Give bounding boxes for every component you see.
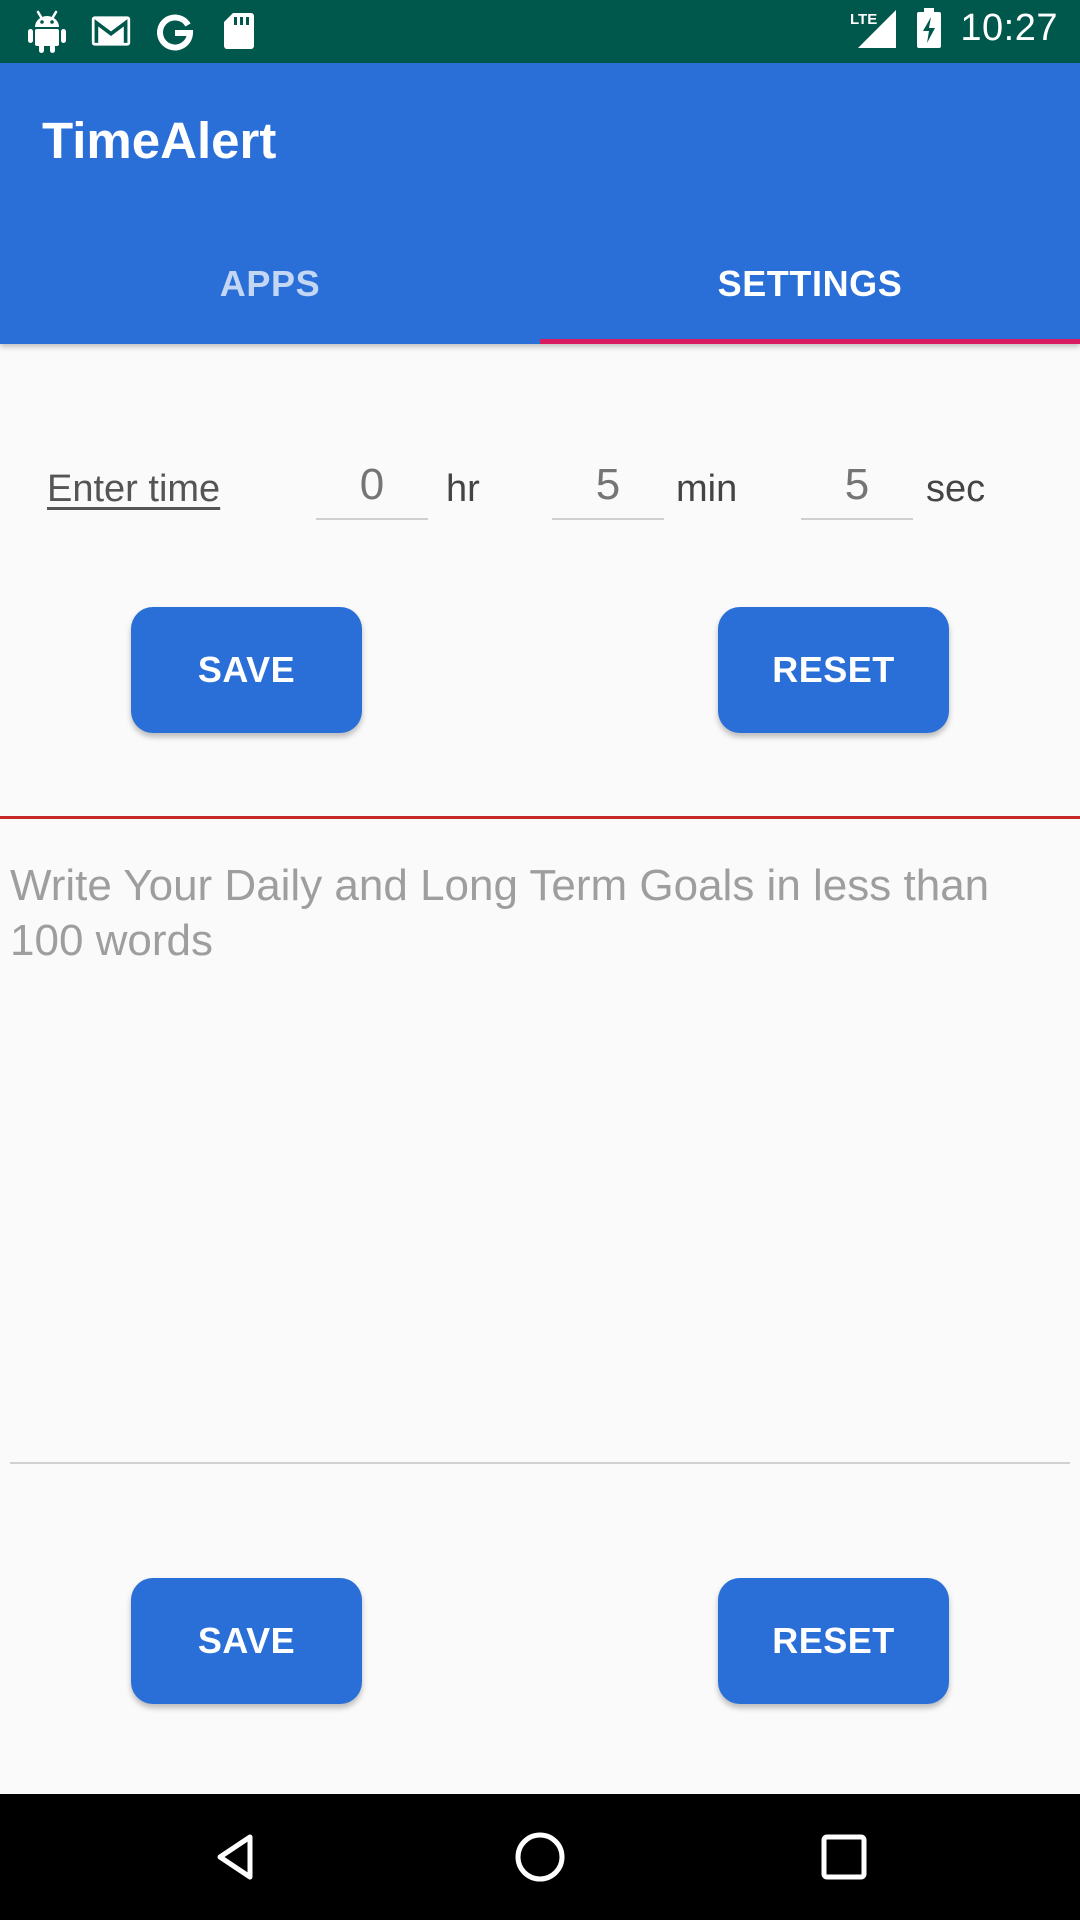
network-type: LTE <box>850 11 877 28</box>
status-bar: LTE 10:27 <box>0 0 1080 63</box>
seconds-input[interactable] <box>801 452 913 520</box>
system-indicators: LTE 10:27 <box>850 6 1058 50</box>
hours-unit-label: hr <box>446 468 480 510</box>
tab-settings[interactable]: SETTINGS <box>540 223 1080 344</box>
minutes-unit-label: min <box>676 468 738 510</box>
tab-apps[interactable]: APPS <box>0 223 540 344</box>
gmail-icon <box>90 9 132 53</box>
clock: 10:27 <box>960 6 1058 49</box>
android-icon <box>26 9 68 53</box>
goals-textarea[interactable] <box>10 858 1070 1464</box>
tab-bar: APPS SETTINGS <box>0 223 1080 344</box>
enter-time-label: Enter time <box>47 468 221 510</box>
hours-input[interactable] <box>316 452 428 520</box>
google-icon <box>154 9 196 53</box>
home-icon[interactable] <box>500 1820 580 1894</box>
notification-icons <box>26 9 260 53</box>
sd-card-icon <box>218 9 260 53</box>
recents-icon[interactable] <box>804 1820 884 1894</box>
minutes-input[interactable] <box>552 452 664 520</box>
app-title: TimeAlert <box>42 112 277 169</box>
battery-charging-icon <box>914 6 944 50</box>
navigation-bar <box>0 1794 1080 1920</box>
back-icon[interactable] <box>196 1820 276 1894</box>
seconds-unit-label: sec <box>926 468 986 510</box>
reset-time-button[interactable]: RESET <box>718 607 949 733</box>
save-time-button[interactable]: SAVE <box>131 607 362 733</box>
reset-goals-button[interactable]: RESET <box>718 1578 949 1704</box>
section-divider <box>0 816 1080 819</box>
lte-signal-icon: LTE <box>850 6 898 50</box>
save-goals-button[interactable]: SAVE <box>131 1578 362 1704</box>
app-bar: TimeAlert APPS SETTINGS <box>0 63 1080 344</box>
